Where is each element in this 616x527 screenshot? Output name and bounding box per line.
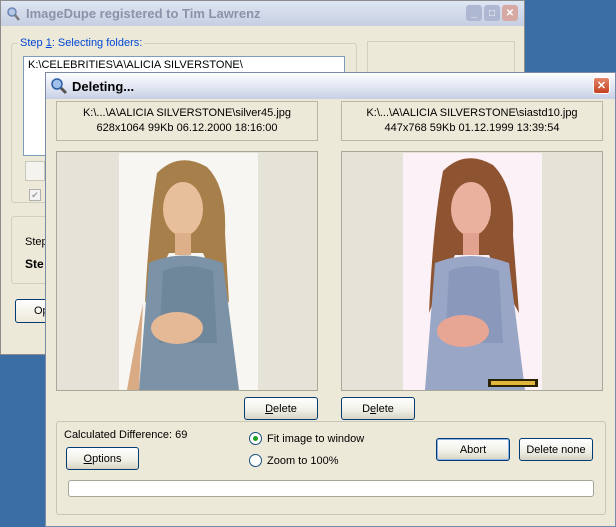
right-file-info: K:\...\A\ALICIA SILVERSTONE\siastd10.jpg… [341,101,603,141]
step1-label: Step 1: Selecting folders: [18,37,145,49]
maximize-button[interactable]: □ [484,5,500,21]
options-button[interactable]: Options [66,447,139,470]
calculated-difference: Calculated Difference: 69 [64,429,188,441]
right-image [403,153,542,390]
progress-bar [68,480,594,497]
main-window-title: ImageDupe registered to Tim Lawrenz [26,6,261,21]
dialog-close-button[interactable]: ✕ [593,77,610,94]
step3-label: Ste [25,257,44,271]
zoom-100-option[interactable]: Zoom to 100% [249,454,339,467]
folder-action-button[interactable] [25,161,45,181]
main-titlebar[interactable]: ImageDupe registered to Tim Lawrenz _ □ … [1,1,524,26]
main-close-button[interactable]: ✕ [502,5,518,21]
fit-label: Fit image to window [267,432,365,445]
fit-to-window-option[interactable]: Fit image to window [249,432,364,445]
zoom-radio[interactable] [249,454,262,467]
right-file-path: K:\...\A\ALICIA SILVERSTONE\siastd10.jpg [366,107,578,119]
dialog-titlebar[interactable]: Deleting... ✕ [46,73,615,99]
abort-button[interactable]: Abort [436,438,510,461]
deleting-dialog: Deleting... ✕ K:\...\A\ALICIA SILVERSTON… [45,72,616,527]
left-file-path: K:\...\A\ALICIA SILVERSTONE\silver45.jpg [82,107,292,119]
left-image-pane[interactable] [56,151,318,391]
left-file-details: 628x1064 99Kb 06.12.2000 18:16:00 [96,122,278,134]
minimize-button[interactable]: _ [466,5,482,21]
left-file-info: K:\...\A\ALICIA SILVERSTONE\silver45.jpg… [56,101,318,141]
app-magnifier-icon [5,6,21,22]
app-magnifier-icon [50,77,68,95]
right-file-details: 447x768 59Kb 01.12.1999 13:39:54 [384,122,560,134]
zoom-label: Zoom to 100% [267,454,339,467]
dialog-title: Deleting... [72,78,135,94]
left-image [119,153,258,390]
delete-none-button[interactable]: Delete none [519,438,593,461]
delete-left-button[interactable]: Delete [244,397,318,420]
delete-right-button[interactable]: De lete [341,397,415,420]
subfolders-checkbox[interactable]: ✔ [29,189,41,201]
right-image-pane[interactable] [341,151,603,391]
folder-list-item[interactable]: K:\CELEBRITIES\A\ALICIA SILVERSTONE\ [28,59,340,71]
fit-radio[interactable] [249,432,262,445]
